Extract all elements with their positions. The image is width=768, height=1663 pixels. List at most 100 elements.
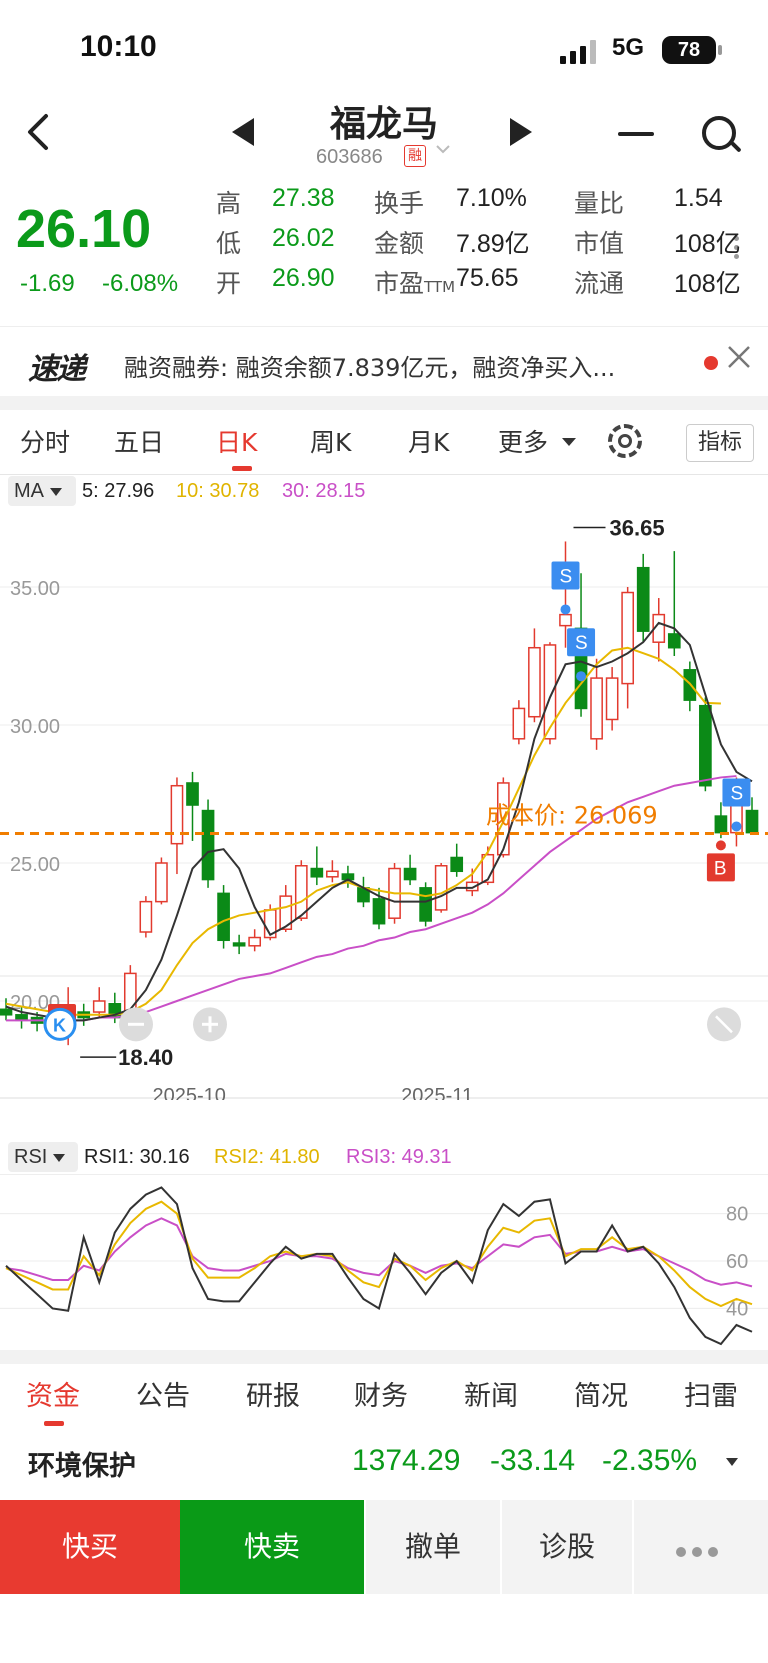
- candle: [0, 1008, 13, 1016]
- candle: [186, 782, 199, 806]
- kline-chart[interactable]: 35.0030.0025.0020.00成本价: 26.06936.6518.4…: [0, 506, 768, 1100]
- caret-down-icon[interactable]: [726, 1458, 738, 1466]
- quote-label: 量比: [574, 189, 625, 218]
- back-arrow-icon[interactable]: [20, 112, 60, 152]
- candle: [310, 867, 324, 878]
- signal-dot: [715, 840, 726, 851]
- quote-label: 金额: [374, 229, 425, 258]
- candle: [139, 900, 153, 933]
- indicator-button[interactable]: 指标: [686, 424, 754, 462]
- cost-price-label: 成本价: 26.069: [486, 801, 658, 829]
- network-type: 5G: [612, 34, 645, 61]
- status-time: 10:10: [80, 30, 157, 63]
- quote-label: 换手: [374, 189, 425, 218]
- rsi-y-tick: 60: [726, 1251, 748, 1273]
- quote-label-sub: TTM: [424, 278, 456, 296]
- sector-index: 1374.29: [352, 1444, 461, 1477]
- quote-value: 75.65: [456, 264, 519, 292]
- tab-monthly-k[interactable]: 月K: [408, 423, 449, 459]
- sector-change-percent: -2.35%: [602, 1444, 698, 1477]
- quote-value: 1.54: [674, 184, 723, 212]
- high-label: 36.65: [610, 515, 665, 540]
- candle: [450, 856, 464, 873]
- y-tick-label: 35.00: [10, 578, 60, 600]
- diagnose-button[interactable]: 诊股: [502, 1500, 632, 1594]
- rsi2-legend: RSI2: 41.80: [214, 1146, 320, 1168]
- battery-icon: 78: [662, 36, 716, 64]
- quick-sell-button[interactable]: 快卖: [180, 1500, 364, 1594]
- signal-dot: [576, 671, 587, 682]
- tab-daily-k[interactable]: 日K: [216, 423, 257, 459]
- tab-risk-scan[interactable]: 扫雷: [684, 1374, 738, 1413]
- candle: [512, 707, 526, 740]
- tab-intraday[interactable]: 分时: [20, 423, 70, 459]
- candle: [419, 887, 432, 922]
- quote-value: 7.10%: [456, 184, 527, 212]
- candle: [605, 677, 619, 721]
- candle: [201, 809, 215, 881]
- unread-dot: [704, 356, 718, 370]
- signal-dot: [560, 604, 571, 615]
- sell-signal-label: S: [730, 783, 743, 804]
- stock-name: 福龙马: [329, 104, 438, 145]
- rsi-selector[interactable]: RSI: [8, 1142, 78, 1172]
- battery-tip: [718, 45, 722, 55]
- close-icon[interactable]: [726, 344, 752, 370]
- previous-stock-icon[interactable]: [232, 118, 254, 146]
- candle: [528, 646, 541, 718]
- tab-announcements[interactable]: 公告: [136, 1374, 190, 1413]
- tab-five-day[interactable]: 五日: [114, 423, 164, 459]
- cancel-order-button[interactable]: 撤单: [366, 1500, 500, 1594]
- ma-selector[interactable]: MA: [8, 476, 76, 506]
- chevron-down-icon[interactable]: [434, 140, 452, 158]
- tab-financials[interactable]: 财务: [354, 1374, 408, 1413]
- quote-label: 低: [216, 229, 242, 258]
- active-tab-underline: [232, 466, 252, 471]
- candle: [714, 815, 728, 834]
- k-marker-label: K: [53, 1015, 66, 1035]
- caret-down-icon: [562, 438, 576, 446]
- low-label: 18.40: [118, 1045, 173, 1070]
- x-tick-label: 2025-10: [153, 1085, 226, 1100]
- tab-profile[interactable]: 简况: [574, 1374, 628, 1413]
- minimize-icon[interactable]: [618, 132, 654, 136]
- quote-value: 26.90: [272, 264, 335, 292]
- quote-value: 108亿: [674, 270, 741, 298]
- more-icon: [676, 1542, 724, 1561]
- section-gap: [0, 1350, 768, 1364]
- candle: [232, 942, 246, 947]
- candle: [636, 566, 650, 632]
- ma30-legend: 30: 28.15: [282, 480, 366, 502]
- sell-signal-label: S: [575, 633, 588, 654]
- candle: [667, 633, 681, 649]
- tab-research[interactable]: 研报: [246, 1374, 300, 1413]
- price-change-percent: -6.08%: [102, 270, 179, 297]
- quote-value: 26.02: [272, 224, 335, 252]
- rsi2-line: [5, 1200, 753, 1308]
- candle: [217, 892, 230, 942]
- quote-value: 108亿: [674, 230, 741, 258]
- news-ticker-text[interactable]: 融资融券: 融资余额7.839亿元，融资净买入...: [124, 348, 684, 383]
- tab-weekly-k[interactable]: 周K: [310, 423, 351, 459]
- candle: [155, 862, 168, 903]
- stock-code[interactable]: 603686: [316, 146, 383, 169]
- signal-icon: [560, 40, 596, 64]
- quote-value: 27.38: [272, 184, 335, 212]
- quick-buy-button[interactable]: 快买: [0, 1500, 180, 1594]
- candle: [326, 870, 339, 878]
- next-stock-icon[interactable]: [510, 118, 532, 146]
- rsi1-line: [5, 1186, 753, 1346]
- rsi-chart[interactable]: 806040: [0, 1174, 768, 1350]
- candle: [745, 809, 759, 834]
- tab-funds[interactable]: 资金: [26, 1374, 80, 1413]
- sector-name[interactable]: 环境保护: [28, 1444, 136, 1483]
- divider: [0, 326, 768, 327]
- tab-news[interactable]: 新闻: [464, 1374, 518, 1413]
- quote-label: 开: [216, 269, 242, 298]
- candle: [590, 677, 603, 740]
- price-change: -1.69: [20, 270, 75, 297]
- last-price: 26.10: [16, 199, 152, 259]
- candle: [372, 898, 386, 925]
- tab-more[interactable]: 更多: [498, 423, 548, 459]
- news-flash-logo: 速递: [28, 352, 86, 387]
